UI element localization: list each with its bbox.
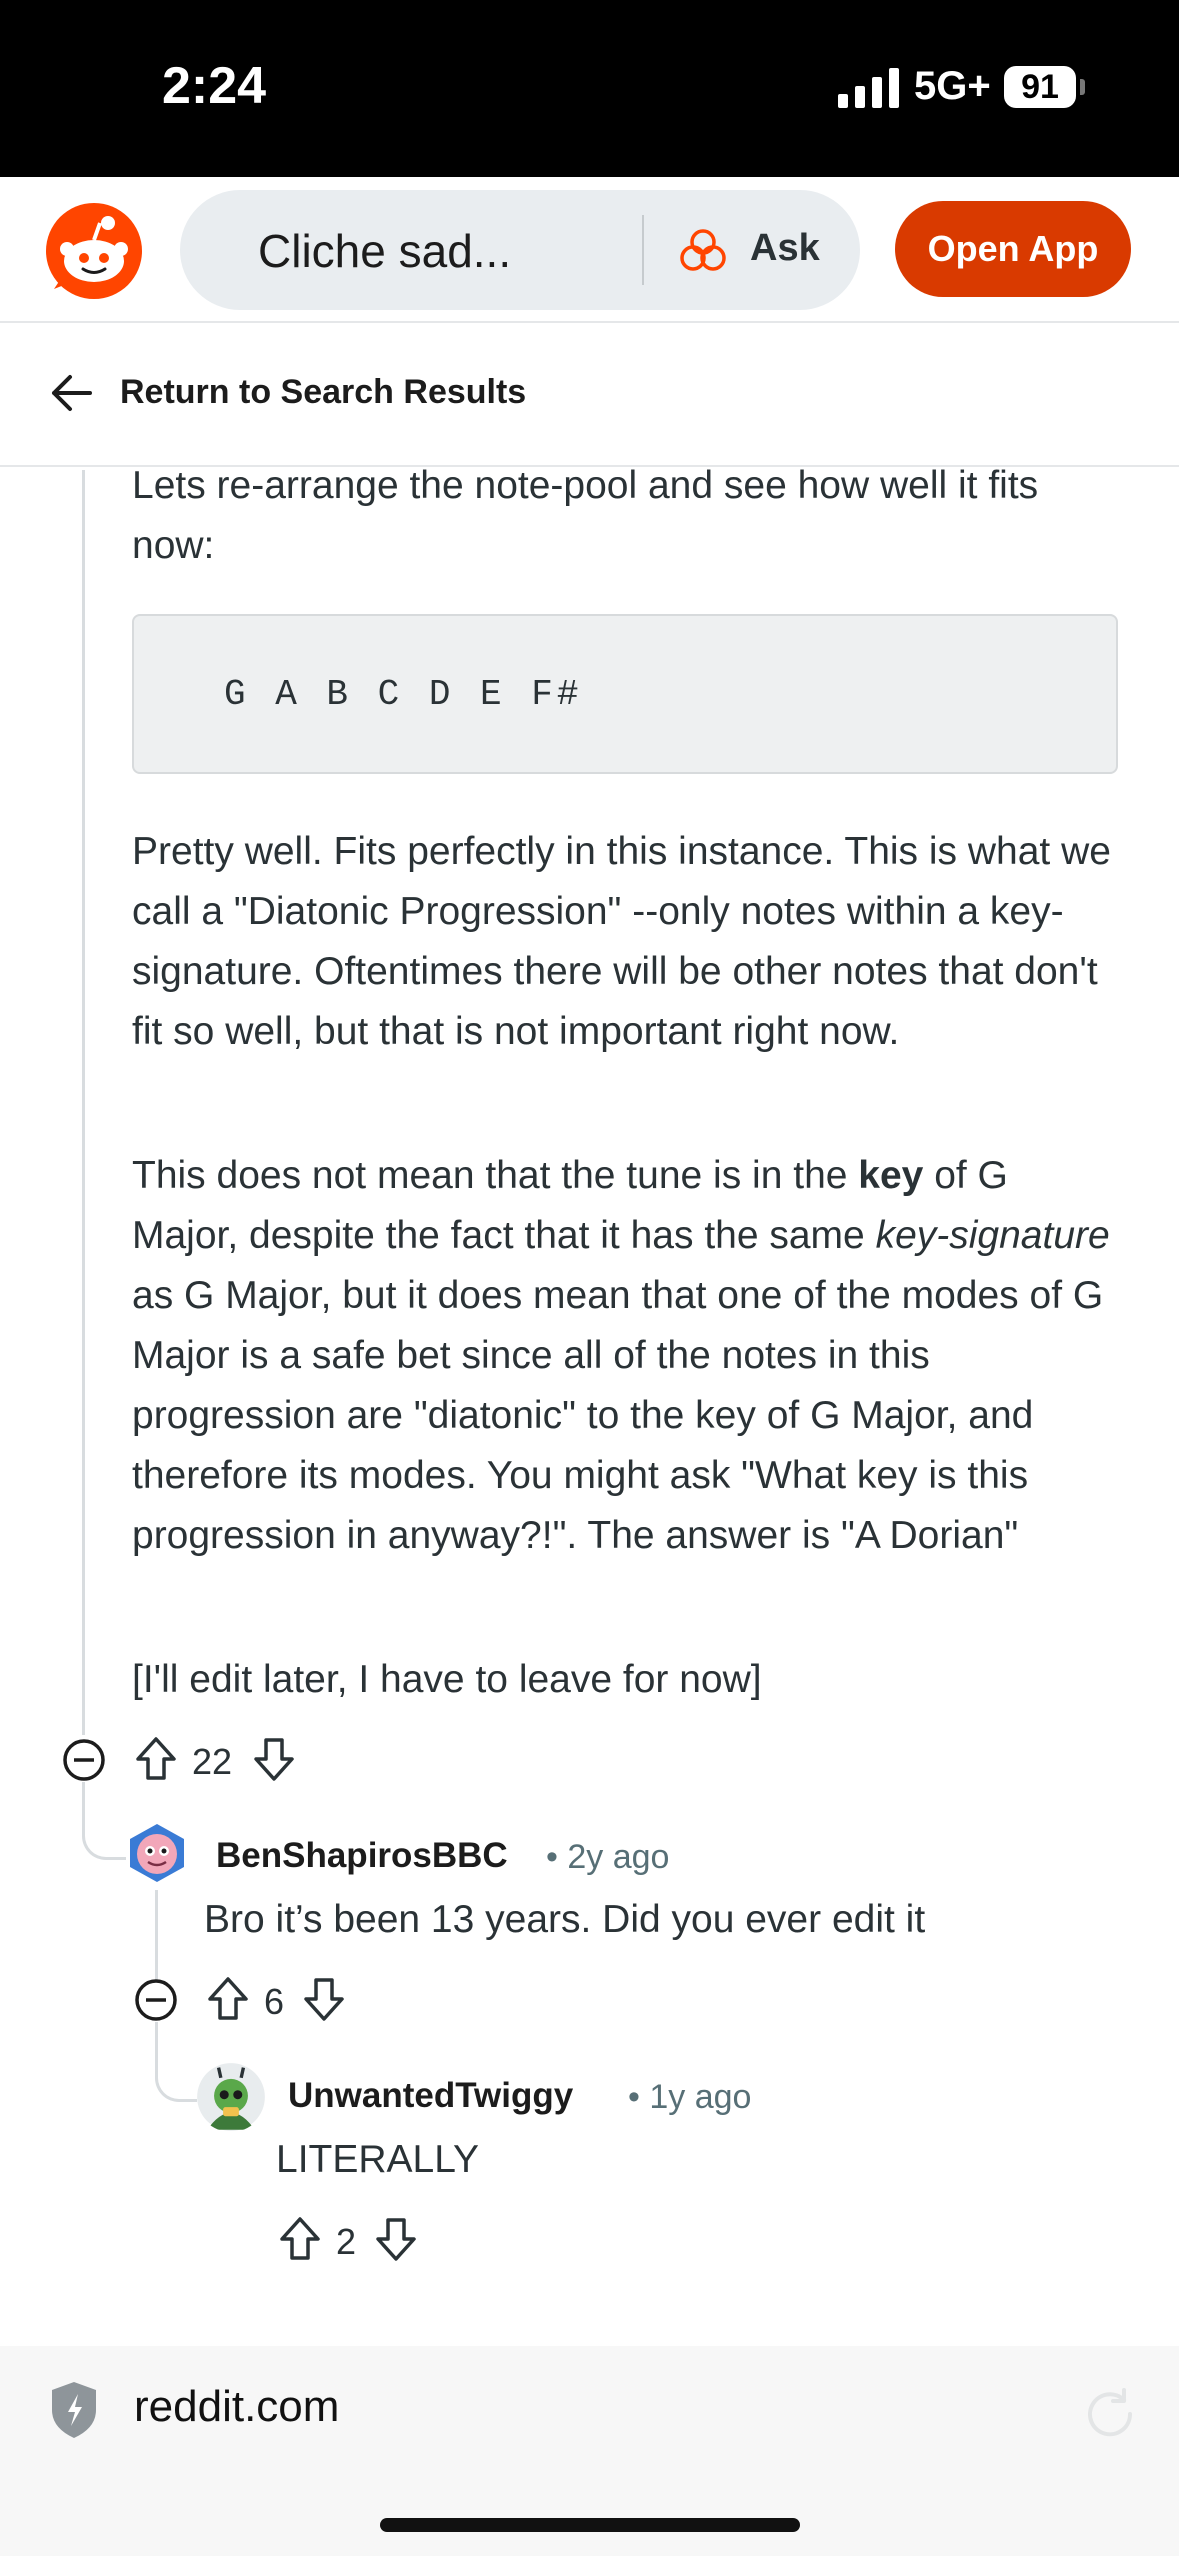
avatar[interactable] [196, 2062, 266, 2132]
reply-connector [82, 1782, 126, 1860]
reply-body: Bro it’s been 13 years. Did you ever edi… [204, 1898, 926, 1941]
upvote-icon[interactable] [206, 1975, 250, 2023]
shield-icon [52, 2382, 96, 2438]
downvote-icon[interactable] [302, 1975, 346, 2023]
thread-line [82, 470, 85, 1735]
para2-text-a: This does not mean that the tune is in t… [132, 1154, 859, 1197]
para2-text-c: as G Major, but it does mean that one of… [132, 1274, 1104, 1557]
reddit-logo-icon[interactable] [44, 201, 144, 301]
comment-paragraph-3: [I'll edit later, I have to leave for no… [132, 1658, 762, 1701]
reply-author[interactable]: BenShapirosBBC [216, 1836, 508, 1876]
url-text[interactable]: reddit.com [134, 2382, 339, 2432]
ask-button-label[interactable]: Ask [750, 227, 820, 270]
reply-author[interactable]: UnwantedTwiggy [288, 2076, 573, 2116]
reply-age: • 2y ago [546, 1838, 670, 1876]
upvote-icon[interactable] [134, 1735, 178, 1783]
reply-age-text: 1y ago [649, 2078, 752, 2116]
browser-url-bar[interactable]: reddit.com [0, 2346, 1179, 2556]
comment-intro-text: Lets re-arrange the note-pool and see ho… [132, 464, 1039, 567]
reply-body: LITERALLY [276, 2138, 480, 2181]
reddit-header: Cliche sad... Ask Open App [0, 177, 1179, 323]
battery-level: 91 [1004, 66, 1076, 108]
code-block: G A B C D E F# [132, 614, 1118, 774]
thread-line [155, 1890, 158, 1980]
reply-age-text: 2y ago [567, 1838, 670, 1876]
status-bar: 2:24 5G+ 91 [0, 0, 1179, 177]
search-divider [642, 215, 644, 285]
code-text: G A B C D E F# [224, 674, 583, 715]
network-type: 5G+ [914, 64, 991, 108]
back-arrow-icon[interactable] [48, 370, 94, 416]
vote-count: 6 [264, 1981, 285, 2022]
downvote-icon[interactable] [252, 1735, 296, 1783]
collapse-thread-icon[interactable] [134, 1978, 178, 2022]
reload-icon[interactable] [1080, 2384, 1140, 2444]
comment-paragraph-2: This does not mean that the tune is in t… [132, 1146, 1122, 1566]
collapse-thread-icon[interactable] [62, 1738, 106, 1782]
ask-answers-icon[interactable] [680, 228, 726, 272]
comment-paragraph-1: Pretty well. Fits perfectly in this inst… [132, 830, 1111, 1053]
vote-count: 22 [192, 1741, 233, 1782]
search-query[interactable]: Cliche sad... [258, 224, 511, 278]
reply-age: • 1y ago [628, 2078, 752, 2116]
search-bar[interactable]: Cliche sad... Ask [180, 190, 860, 310]
cellular-signal-icon [838, 68, 899, 108]
downvote-icon[interactable] [374, 2215, 418, 2263]
open-app-button[interactable]: Open App [895, 201, 1131, 297]
home-indicator [380, 2518, 800, 2532]
status-time: 2:24 [162, 57, 267, 115]
reply-connector [155, 2022, 197, 2102]
para2-key-bold: key [858, 1154, 924, 1197]
vote-count: 2 [336, 2221, 357, 2262]
para2-keysig-italic: key-signature [875, 1214, 1110, 1257]
avatar[interactable] [126, 1822, 188, 1884]
battery-tip [1080, 79, 1085, 95]
upvote-icon[interactable] [278, 2215, 322, 2263]
return-to-search-row[interactable]: Return to Search Results [0, 325, 1179, 467]
return-to-search-label[interactable]: Return to Search Results [120, 373, 526, 412]
